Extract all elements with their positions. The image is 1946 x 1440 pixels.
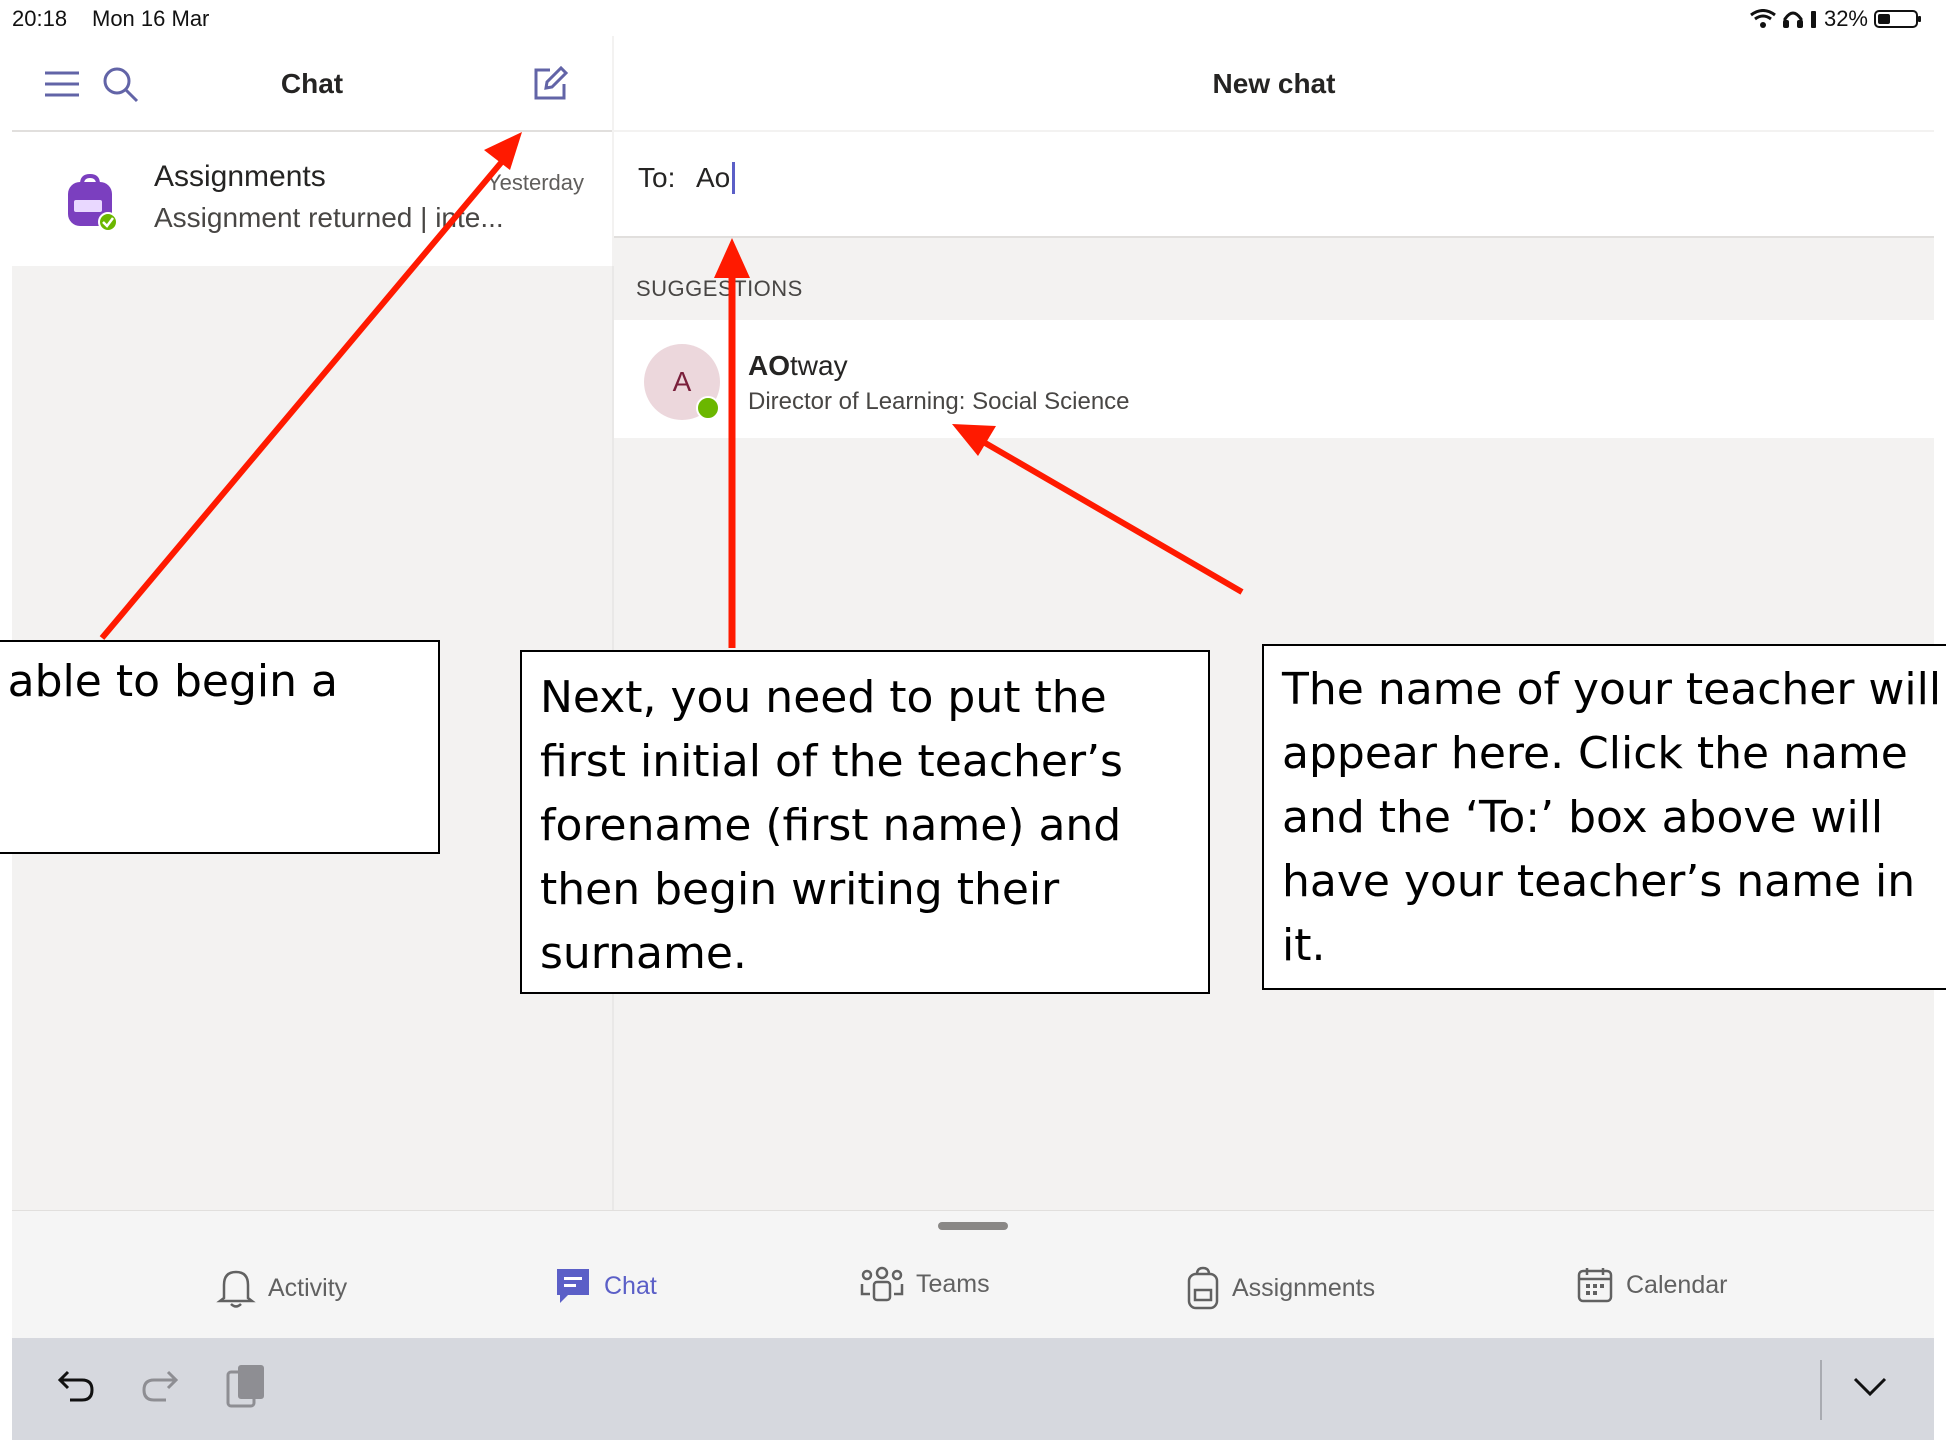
- annotation-text: eed to click this be able to begin a: [0, 656, 338, 707]
- tab-chat[interactable]: Chat: [554, 1266, 657, 1306]
- chat-icon: [557, 1269, 589, 1303]
- tab-activity[interactable]: Activity: [216, 1266, 347, 1310]
- backpack-icon: [68, 174, 118, 232]
- calendar-icon: [1577, 1268, 1613, 1303]
- to-field[interactable]: To: Ao: [614, 132, 1934, 238]
- chat-title: Chat: [280, 68, 344, 99]
- teams-icon: [860, 1266, 904, 1302]
- annotation-box-compose: eed to click this be able to begin a: [0, 640, 440, 854]
- tab-label: Teams: [916, 1269, 990, 1298]
- status-indicators: 32%: [1750, 6, 1921, 32]
- chat-item-time: Yesterday: [486, 170, 584, 195]
- compose-icon[interactable]: [530, 64, 570, 104]
- annotation-box-type-name: Next, you need to put the first initial …: [520, 650, 1210, 994]
- suggestion-name: AOtway: [748, 350, 848, 382]
- tab-label: Chat: [604, 1271, 657, 1300]
- chat-item-name: Assignments: [154, 160, 326, 193]
- annotation-text: Next, you need to put the first initial …: [540, 672, 1123, 979]
- status-time: 20:18: [12, 6, 68, 31]
- status-date: Mon 16 Mar: [92, 6, 210, 31]
- chat-list-item-assignments[interactable]: Assignments Yesterday Assignment returne…: [12, 132, 612, 267]
- tab-label: Activity: [268, 1273, 348, 1302]
- presence-available-icon: [696, 396, 720, 420]
- suggestions-header: SUGGESTIONS: [614, 238, 1934, 321]
- battery-icon: [1874, 10, 1921, 28]
- new-chat-title: New chat: [1212, 68, 1336, 99]
- undo-icon[interactable]: [56, 1366, 96, 1406]
- suggestion-name-rest: tway: [790, 350, 848, 381]
- chat-item-preview: Assignment returned | inte...: [154, 202, 504, 233]
- annotation-text: The name of your teacher will appear her…: [1282, 664, 1942, 971]
- tab-label: Calendar: [1626, 1270, 1728, 1299]
- wifi-icon: [1750, 9, 1776, 28]
- keyboard-shortcut-bar: [12, 1338, 1934, 1440]
- status-bar: [12, 0, 1934, 36]
- suggestion-item[interactable]: A AOtway Director of Learning: Social Sc…: [614, 320, 1934, 438]
- battery-percent: 32%: [1823, 6, 1868, 31]
- annotation-box-select-suggestion: The name of your teacher will appear her…: [1262, 644, 1946, 990]
- chat-list-header: Chat: [12, 36, 612, 132]
- new-chat-header: New chat: [614, 36, 1934, 130]
- suggestion-name-match: AO: [748, 350, 790, 381]
- suggestions-label: SUGGESTIONS: [636, 276, 803, 301]
- divider: [1820, 1360, 1822, 1420]
- to-label: To:: [638, 162, 676, 193]
- chevron-down-icon[interactable]: [1852, 1376, 1888, 1398]
- tab-label: Assignments: [1232, 1273, 1376, 1302]
- bell-icon: [216, 1270, 256, 1308]
- backpack-icon: [1187, 1266, 1219, 1310]
- paste-icon[interactable]: [224, 1362, 268, 1410]
- suggestion-role: Director of Learning: Social Science: [748, 388, 1130, 415]
- drag-handle[interactable]: [938, 1222, 1008, 1230]
- redo-icon[interactable]: [140, 1366, 180, 1406]
- tab-teams[interactable]: Teams: [860, 1266, 990, 1302]
- to-input[interactable]: Ao: [696, 162, 736, 194]
- tab-calendar[interactable]: Calendar: [1576, 1266, 1727, 1304]
- signal-icon: [1810, 11, 1816, 28]
- tab-assignments[interactable]: Assignments: [1186, 1266, 1375, 1310]
- headphones-icon: [1782, 11, 1803, 28]
